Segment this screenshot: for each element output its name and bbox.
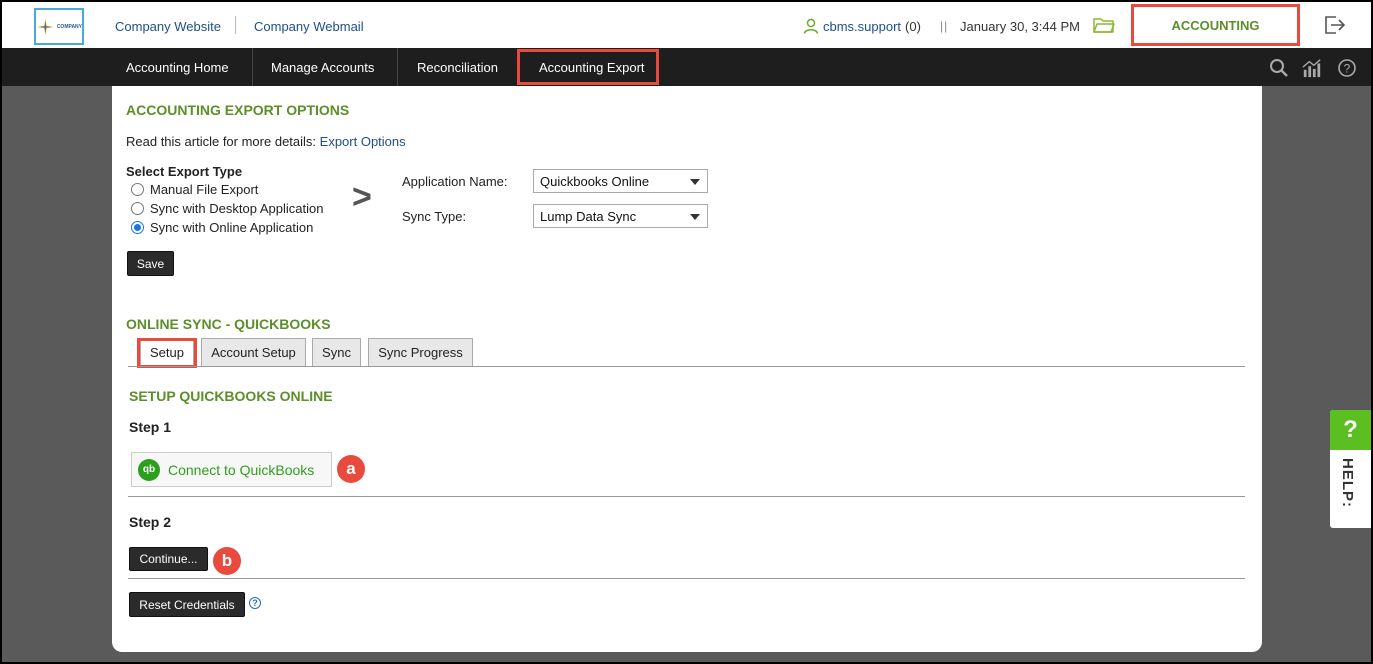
top-header: COMPANY Company Website Company Webmail … (2, 2, 1371, 48)
search-icon[interactable] (1269, 58, 1289, 78)
export-options-title: ACCOUNTING EXPORT OPTIONS (126, 102, 350, 118)
help-circle-icon[interactable]: ? (249, 597, 261, 609)
chevron-down-icon (690, 179, 700, 185)
online-sync-title: ONLINE SYNC - QUICKBOOKS (126, 316, 331, 332)
callout-marker-b: b (213, 547, 241, 575)
radio-manual-file-export[interactable]: Manual File Export (131, 182, 258, 197)
connect-quickbooks-button[interactable]: qb Connect to QuickBooks (131, 452, 332, 487)
export-intro-text: Read this article for more details: (126, 134, 317, 149)
help-icon[interactable]: ? (1337, 58, 1357, 78)
chevron-down-icon (690, 214, 700, 220)
chevron-right-icon: > (352, 178, 372, 216)
continue-button[interactable]: Continue... (129, 547, 208, 571)
chart-icon[interactable] (1302, 58, 1322, 78)
radio-label: Sync with Online Application (150, 220, 314, 235)
help-question-icon: ? (1330, 410, 1371, 450)
nav-divider (252, 48, 253, 86)
company-logo[interactable]: COMPANY (34, 8, 84, 45)
nav-manage-accounts[interactable]: Manage Accounts (261, 48, 384, 86)
tab-sync-progress[interactable]: Sync Progress (368, 338, 473, 366)
radio-label: Sync with Desktop Application (150, 201, 324, 216)
export-options-link[interactable]: Export Options (320, 134, 406, 149)
sync-type-value: Lump Data Sync (540, 209, 637, 224)
application-name-label: Application Name: (402, 174, 508, 189)
callout-marker-a: a (337, 455, 365, 483)
accounting-module-button[interactable]: ACCOUNTING (1131, 4, 1300, 46)
help-side-tab[interactable]: ? HELP: (1330, 410, 1371, 528)
app-frame: COMPANY Company Website Company Webmail … (2, 2, 1371, 662)
help-tab-label: HELP: (1339, 458, 1356, 508)
step-divider (128, 578, 1245, 579)
quickbooks-logo-icon: qb (138, 458, 160, 481)
user-icon (803, 18, 819, 34)
radio-button[interactable] (131, 183, 144, 196)
step1-label: Step 1 (129, 419, 172, 435)
radio-button[interactable] (131, 202, 144, 215)
tab-sync[interactable]: Sync (312, 338, 361, 366)
folder-icon[interactable] (1093, 17, 1115, 34)
user-name[interactable]: cbms.support (823, 19, 901, 34)
radio-sync-desktop[interactable]: Sync with Desktop Application (131, 201, 323, 216)
nav-active-highlight (517, 49, 659, 85)
reset-credentials-button[interactable]: Reset Credentials (129, 592, 245, 617)
tabs-divider (128, 366, 1245, 367)
application-name-select[interactable]: Quickbooks Online (533, 169, 708, 193)
logout-icon[interactable] (1324, 16, 1346, 34)
export-type-label: Select Export Type (126, 164, 243, 179)
tab-account-setup[interactable]: Account Setup (201, 338, 306, 366)
company-website-link[interactable]: Company Website (115, 19, 221, 34)
content-card: ACCOUNTING EXPORT OPTIONS Read this arti… (112, 86, 1262, 652)
user-menu[interactable]: cbms.support (0) (803, 18, 921, 34)
step2-label: Step 2 (129, 514, 172, 530)
save-button[interactable]: Save (127, 251, 174, 276)
connect-quickbooks-label: Connect to QuickBooks (168, 461, 315, 478)
sync-type-label: Sync Type: (402, 209, 467, 224)
svg-text:?: ? (1344, 62, 1351, 76)
notification-count: (0) (905, 18, 921, 34)
application-name-value: Quickbooks Online (540, 174, 650, 189)
sync-type-select[interactable]: Lump Data Sync (533, 204, 708, 228)
header-double-divider: || (940, 19, 949, 33)
nav-accounting-home[interactable]: Accounting Home (116, 48, 239, 86)
step-divider (128, 496, 1245, 497)
current-datetime: January 30, 3:44 PM (960, 19, 1080, 34)
logo-text: COMPANY (56, 23, 82, 30)
company-webmail-link[interactable]: Company Webmail (254, 19, 364, 34)
nav-divider (397, 48, 398, 86)
main-nav: Accounting Home Manage Accounts Reconcil… (2, 48, 1371, 86)
radio-sync-online[interactable]: Sync with Online Application (131, 220, 313, 235)
nav-reconciliation[interactable]: Reconciliation (407, 48, 508, 86)
logo-star-icon (36, 17, 54, 36)
setup-quickbooks-title: SETUP QUICKBOOKS ONLINE (129, 388, 333, 404)
export-intro: Read this article for more details: Expo… (126, 134, 406, 149)
header-divider (235, 16, 236, 34)
radio-button-checked[interactable] (131, 221, 144, 234)
tab-active-highlight (137, 338, 197, 368)
radio-label: Manual File Export (150, 182, 259, 197)
